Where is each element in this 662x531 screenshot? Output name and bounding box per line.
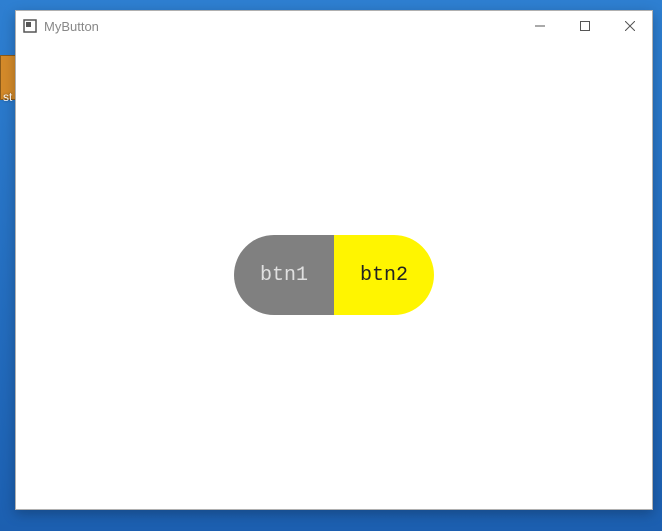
- desktop-icon-label-fragment: st: [3, 90, 12, 104]
- btn1-button[interactable]: btn1: [234, 235, 334, 315]
- btn2-button[interactable]: btn2: [334, 235, 434, 315]
- app-icon: [22, 18, 38, 34]
- button-group: btn1 btn2: [234, 235, 434, 315]
- maximize-button[interactable]: [562, 11, 607, 41]
- minimize-button[interactable]: [517, 11, 562, 41]
- window-title: MyButton: [44, 19, 99, 34]
- titlebar[interactable]: MyButton: [16, 11, 652, 41]
- window-controls: [517, 11, 652, 41]
- title-left: MyButton: [16, 18, 99, 34]
- client-area: btn1 btn2: [16, 41, 652, 509]
- close-button[interactable]: [607, 11, 652, 41]
- app-window: MyButton btn1 btn2: [15, 10, 653, 510]
